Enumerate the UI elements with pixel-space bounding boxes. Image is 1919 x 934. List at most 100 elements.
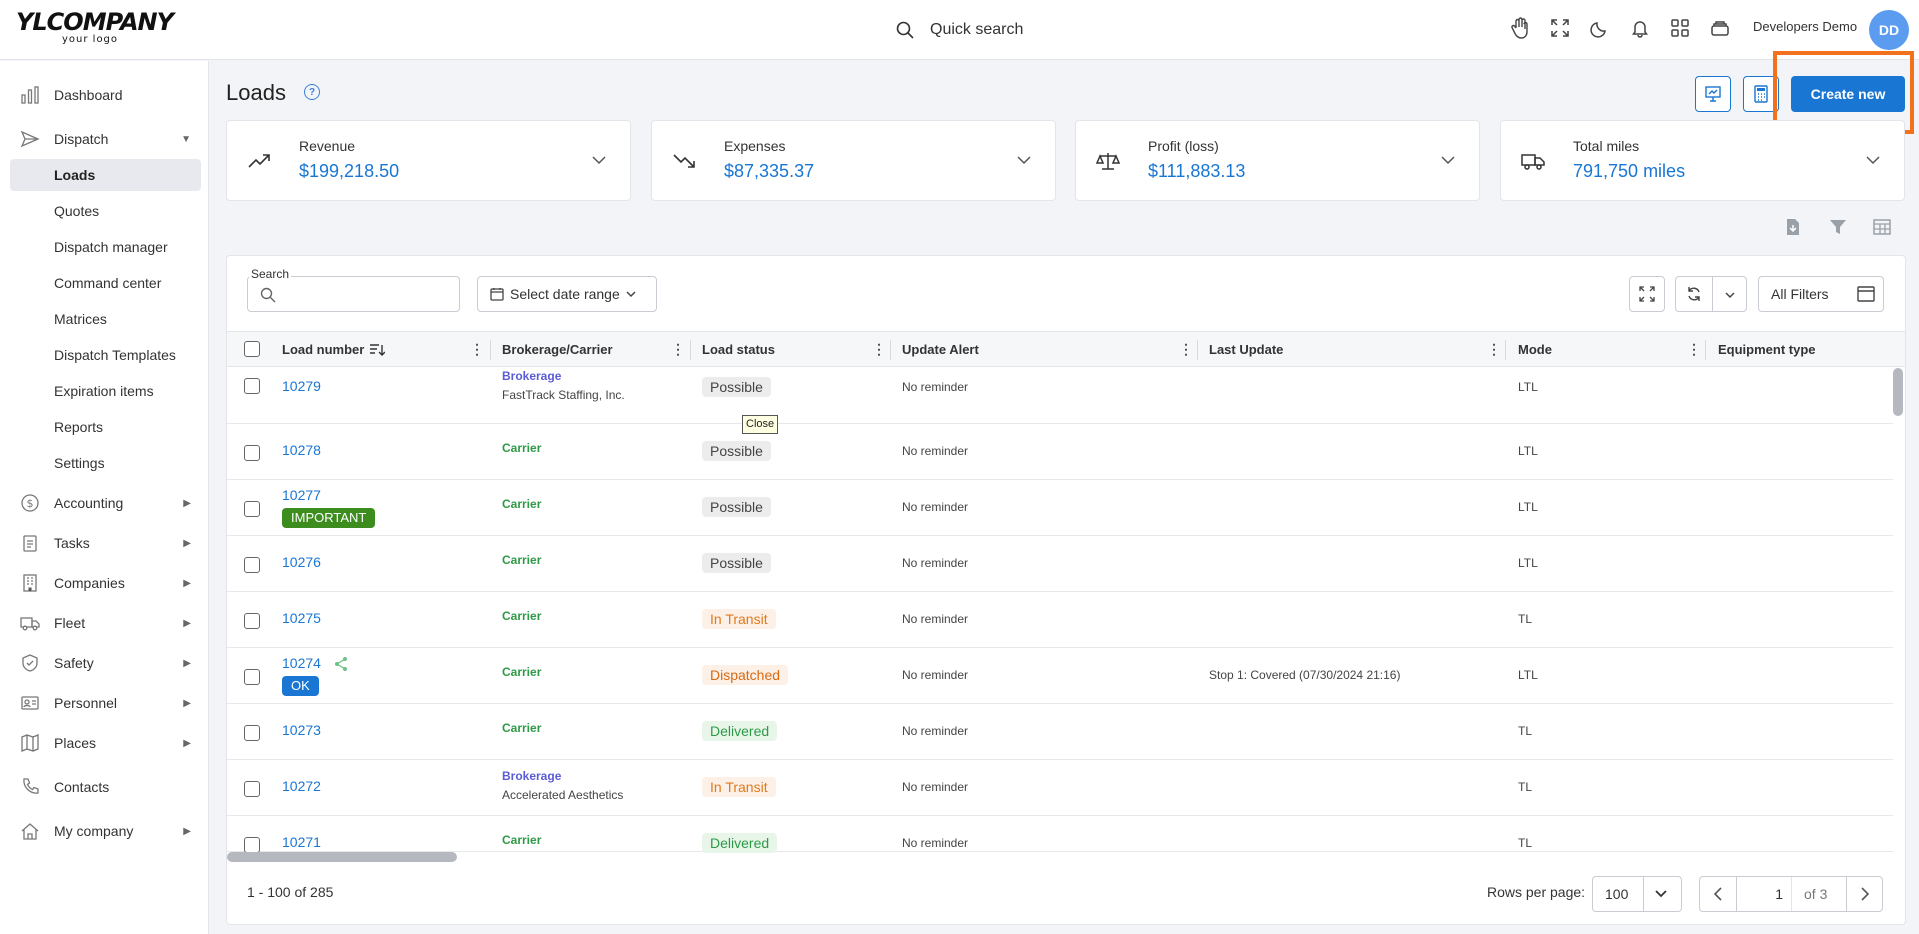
help-icon[interactable]: ? bbox=[304, 84, 320, 100]
avatar[interactable]: DD bbox=[1869, 10, 1909, 50]
column-divider[interactable] bbox=[1197, 340, 1198, 360]
column-header-mode[interactable]: Mode bbox=[1518, 342, 1552, 357]
sidebar-item-tasks[interactable]: Tasks ▶ bbox=[10, 527, 201, 559]
load-number-link[interactable]: 10279 bbox=[282, 378, 321, 394]
column-divider[interactable] bbox=[490, 340, 491, 360]
row-checkbox[interactable] bbox=[244, 837, 260, 853]
sidebar-item-my-company[interactable]: My company ▶ bbox=[10, 815, 201, 847]
sidebar-item-quotes[interactable]: Quotes bbox=[10, 195, 201, 227]
fullscreen-icon[interactable] bbox=[1548, 16, 1572, 40]
ok-tag[interactable]: OK bbox=[282, 676, 319, 696]
sidebar-item-safety[interactable]: Safety ▶ bbox=[10, 647, 201, 679]
load-number-link[interactable]: 10271 bbox=[282, 834, 321, 850]
sidebar-item-dispatch[interactable]: Dispatch ▼ bbox=[10, 123, 201, 155]
column-header-equipment-type[interactable]: Equipment type bbox=[1718, 342, 1816, 357]
column-divider[interactable] bbox=[1705, 340, 1706, 360]
table-row[interactable]: 10274 OK Carrier Dispatched No reminder … bbox=[227, 648, 1893, 704]
column-header-brokerage-carrier[interactable]: Brokerage/Carrier bbox=[502, 342, 613, 357]
row-checkbox[interactable] bbox=[244, 613, 260, 629]
load-number-link[interactable]: 10272 bbox=[282, 778, 321, 794]
column-menu-icon[interactable]: ⋮ bbox=[671, 341, 685, 358]
share-icon[interactable] bbox=[333, 656, 349, 672]
sidebar-item-companies[interactable]: Companies ▶ bbox=[10, 567, 201, 599]
chevron-down-icon[interactable] bbox=[1441, 153, 1455, 167]
apps-grid-icon[interactable] bbox=[1668, 16, 1692, 40]
stat-card-total-miles[interactable]: Total miles 791,750 miles bbox=[1500, 120, 1905, 201]
sidebar-item-dashboard[interactable]: Dashboard bbox=[10, 79, 201, 111]
column-divider[interactable] bbox=[890, 340, 891, 360]
rows-per-page-select[interactable]: 100 bbox=[1592, 876, 1682, 912]
page-number-input[interactable]: 1 bbox=[1736, 877, 1792, 911]
sidebar-item-accounting[interactable]: $ Accounting ▶ bbox=[10, 487, 201, 519]
brokerage-carrier-type[interactable]: Carrier bbox=[502, 497, 541, 511]
table-row[interactable]: 10273 Carrier Delivered No reminder TL bbox=[227, 704, 1893, 760]
load-number-link[interactable]: 10274 bbox=[282, 655, 321, 671]
row-checkbox[interactable] bbox=[244, 725, 260, 741]
date-range-select[interactable]: Select date range bbox=[477, 276, 657, 312]
brokerage-carrier-type[interactable]: Carrier bbox=[502, 553, 541, 567]
chevron-down-icon[interactable] bbox=[1017, 153, 1031, 167]
prev-page-button[interactable] bbox=[1700, 877, 1736, 911]
table-row[interactable]: 10277 IMPORTANT Carrier Possible No remi… bbox=[227, 480, 1893, 536]
company-logo[interactable]: YLCOMPANY your logo bbox=[16, 9, 174, 49]
hand-icon[interactable] bbox=[1508, 16, 1532, 40]
sidebar-item-settings[interactable]: Settings bbox=[10, 447, 201, 479]
row-checkbox[interactable] bbox=[244, 781, 260, 797]
sidebar-item-command-center[interactable]: Command center bbox=[10, 267, 201, 299]
stack-icon[interactable] bbox=[1708, 16, 1732, 40]
sidebar-item-matrices[interactable]: Matrices bbox=[10, 303, 201, 335]
column-menu-icon[interactable]: ⋮ bbox=[1687, 341, 1701, 358]
column-menu-icon[interactable]: ⋮ bbox=[470, 341, 484, 358]
row-checkbox[interactable] bbox=[244, 445, 260, 461]
sidebar-item-dispatch-templates[interactable]: Dispatch Templates bbox=[10, 339, 201, 371]
table-row[interactable]: 10275 Carrier In Transit No reminder TL bbox=[227, 592, 1893, 648]
column-menu-icon[interactable]: ⋮ bbox=[1487, 341, 1501, 358]
stat-card-revenue[interactable]: Revenue $199,218.50 bbox=[226, 120, 631, 201]
brokerage-carrier-type[interactable]: Carrier bbox=[502, 833, 541, 847]
sidebar-item-reports[interactable]: Reports bbox=[10, 411, 201, 443]
column-menu-icon[interactable]: ⋮ bbox=[872, 341, 886, 358]
load-number-link[interactable]: 10278 bbox=[282, 442, 321, 458]
column-header-load-status[interactable]: Load status bbox=[702, 342, 775, 357]
expand-table-button[interactable] bbox=[1629, 276, 1665, 312]
filter-icon[interactable] bbox=[1828, 217, 1848, 237]
vertical-scrollbar[interactable] bbox=[1893, 368, 1903, 416]
table-row[interactable]: 10271 Carrier Delivered No reminder TL bbox=[227, 816, 1893, 853]
sidebar-item-expiration-items[interactable]: Expiration items bbox=[10, 375, 201, 407]
all-filters-button[interactable]: All Filters bbox=[1758, 276, 1884, 312]
search-input[interactable] bbox=[282, 285, 452, 300]
table-row[interactable]: 10279 Brokerage FastTrack Staffing, Inc.… bbox=[227, 368, 1893, 424]
table-columns-icon[interactable] bbox=[1872, 217, 1892, 237]
sidebar-item-places[interactable]: Places ▶ bbox=[10, 727, 201, 759]
sidebar-item-dispatch-manager[interactable]: Dispatch manager bbox=[10, 231, 201, 263]
table-row[interactable]: 10272 Brokerage Accelerated Aesthetics I… bbox=[227, 760, 1893, 816]
quick-search[interactable]: Quick search bbox=[896, 16, 1023, 44]
table-row[interactable]: 10278 Carrier Possible No reminder LTL bbox=[227, 424, 1893, 480]
column-divider[interactable] bbox=[1505, 340, 1506, 360]
sidebar-item-personnel[interactable]: Personnel ▶ bbox=[10, 687, 201, 719]
important-tag[interactable]: IMPORTANT bbox=[282, 508, 376, 528]
next-page-button[interactable] bbox=[1847, 877, 1883, 911]
sidebar-item-contacts[interactable]: Contacts bbox=[10, 771, 201, 803]
user-name[interactable]: Developers Demo bbox=[1753, 19, 1857, 34]
brokerage-carrier-type[interactable]: Brokerage bbox=[502, 769, 561, 783]
select-all-checkbox[interactable] bbox=[244, 341, 260, 357]
table-row[interactable]: 10276 Carrier Possible No reminder LTL bbox=[227, 536, 1893, 592]
load-number-link[interactable]: 10276 bbox=[282, 554, 321, 570]
chevron-down-icon[interactable] bbox=[1725, 290, 1735, 300]
brokerage-carrier-type[interactable]: Carrier bbox=[502, 609, 541, 623]
brokerage-carrier-type[interactable]: Carrier bbox=[502, 721, 541, 735]
brokerage-carrier-type[interactable]: Carrier bbox=[502, 665, 541, 679]
load-number-link[interactable]: 10273 bbox=[282, 722, 321, 738]
chevron-down-icon[interactable] bbox=[592, 153, 606, 167]
stat-card-profit[interactable]: Profit (loss) $111,883.13 bbox=[1075, 120, 1480, 201]
refresh-button[interactable] bbox=[1675, 276, 1747, 312]
row-checkbox[interactable] bbox=[244, 378, 260, 394]
export-icon[interactable] bbox=[1783, 217, 1803, 237]
column-header-update-alert[interactable]: Update Alert bbox=[902, 342, 979, 357]
load-number-link[interactable]: 10277 bbox=[282, 487, 321, 503]
column-header-last-update[interactable]: Last Update bbox=[1209, 342, 1283, 357]
row-checkbox[interactable] bbox=[244, 501, 260, 517]
brokerage-carrier-type[interactable]: Brokerage bbox=[502, 369, 561, 383]
chevron-down-icon[interactable] bbox=[1866, 153, 1880, 167]
